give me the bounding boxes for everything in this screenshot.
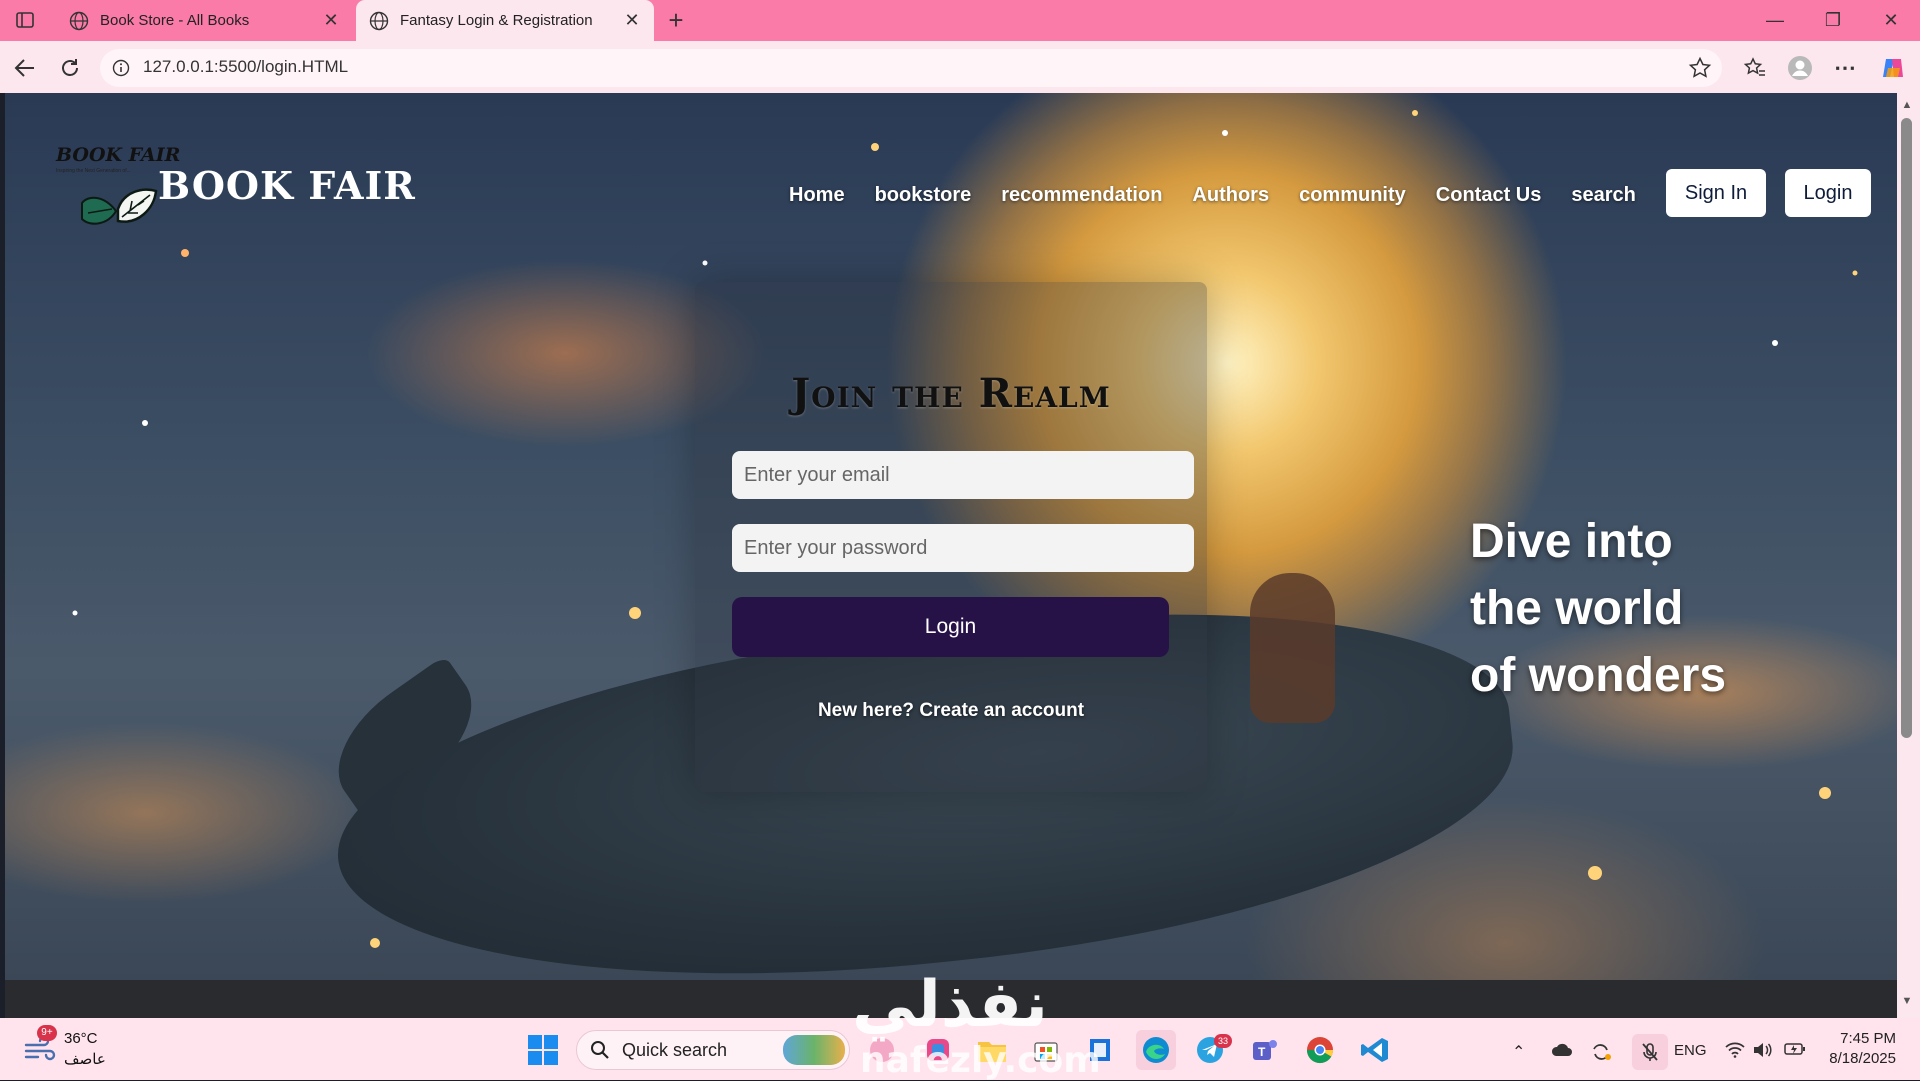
nav-community[interactable]: community — [1299, 184, 1406, 207]
windows-start-icon[interactable] — [528, 1035, 558, 1065]
watermark-arabic: نفذلي — [852, 968, 1048, 1042]
girl-silhouette-illustration — [1250, 573, 1335, 723]
globe-icon — [368, 10, 390, 32]
tagline-line: Dive into — [1470, 515, 1673, 568]
profile-avatar-icon[interactable] — [1787, 55, 1813, 81]
nav-recommendation[interactable]: recommendation — [1001, 184, 1162, 207]
close-icon[interactable]: ✕ — [321, 10, 341, 31]
login-title: Join the Realm — [791, 370, 1111, 417]
favorites-icon[interactable] — [1742, 55, 1768, 81]
nav-contact-us[interactable]: Contact Us — [1436, 184, 1542, 207]
minimize-icon[interactable]: — — [1760, 6, 1790, 34]
site-info-icon[interactable] — [112, 59, 130, 77]
close-icon[interactable]: ✕ — [622, 10, 642, 31]
watermark-url: nafezly.com — [860, 1040, 1101, 1081]
tagline-line: of wonders — [1470, 649, 1727, 702]
leaf-logo-icon — [78, 183, 158, 239]
search-highlight-image — [783, 1035, 845, 1065]
nav-search[interactable]: search — [1571, 184, 1636, 207]
url-text[interactable]: 127.0.0.1:5500/login.HTML — [143, 57, 348, 77]
vscode-icon[interactable] — [1355, 1030, 1395, 1070]
site-logo-title[interactable]: BOOK FAIR — [158, 163, 416, 208]
weather-temperature[interactable]: 36°C — [64, 1030, 98, 1047]
password-input[interactable] — [732, 524, 1194, 572]
scroll-down-icon[interactable]: ▼ — [1900, 994, 1914, 1008]
onedrive-icon[interactable] — [1550, 1042, 1572, 1062]
telegram-badge: 33 — [1214, 1034, 1232, 1048]
search-icon — [590, 1040, 610, 1060]
language-indicator[interactable]: ENG — [1674, 1042, 1707, 1059]
tab-title: Fantasy Login & Registration — [400, 12, 593, 29]
restore-icon[interactable]: ❐ — [1818, 6, 1848, 34]
nav-authors[interactable]: Authors — [1192, 184, 1269, 207]
weather-notification-badge: 9+ — [37, 1025, 57, 1041]
header-login-button[interactable]: Login — [1785, 169, 1871, 217]
browser-tab-fantasy-login[interactable]: Fantasy Login & Registration ✕ — [356, 0, 654, 41]
globe-icon — [68, 10, 90, 32]
hero-tagline: Dive into the world of wonders — [1470, 508, 1830, 709]
battery-icon[interactable] — [1784, 1042, 1806, 1060]
reload-icon[interactable] — [55, 53, 85, 83]
tab-title: Book Store - All Books — [100, 12, 250, 29]
show-hidden-icons[interactable]: ⌃ — [1512, 1042, 1525, 1062]
nav-bookstore[interactable]: bookstore — [875, 184, 972, 207]
wifi-icon[interactable] — [1725, 1042, 1745, 1062]
email-input[interactable] — [732, 451, 1194, 499]
volume-icon[interactable] — [1752, 1042, 1772, 1062]
more-options-icon[interactable]: ⋯ — [1832, 55, 1858, 81]
scrollbar-thumb[interactable] — [1901, 118, 1912, 738]
search-label: Quick search — [622, 1040, 728, 1060]
tagline-line: the world — [1470, 582, 1684, 635]
clock-time[interactable]: 7:45 PM — [1838, 1030, 1896, 1047]
back-icon[interactable] — [10, 53, 40, 83]
clock-date[interactable]: 8/18/2025 — [1820, 1050, 1896, 1067]
window-close-icon[interactable]: ✕ — [1876, 6, 1906, 34]
chrome-icon[interactable] — [1300, 1030, 1340, 1070]
sign-in-button[interactable]: Sign In — [1666, 169, 1766, 217]
main-nav: Home bookstore recommendation Authors co… — [789, 184, 1636, 207]
logo-tagline: Inspiring the Next Generation of... — [56, 168, 131, 174]
weather-condition[interactable]: عاصف — [64, 1050, 106, 1068]
favorite-star-icon[interactable] — [1688, 56, 1712, 80]
sync-icon[interactable] — [1590, 1042, 1612, 1066]
scroll-up-icon[interactable]: ▲ — [1900, 98, 1914, 112]
edge-browser-icon[interactable] — [1136, 1030, 1176, 1070]
svg-text:T: T — [1258, 1045, 1266, 1059]
create-account-link[interactable]: New here? Create an account — [695, 700, 1207, 722]
tab-actions-icon[interactable] — [14, 10, 36, 30]
login-submit-button[interactable]: Login — [732, 597, 1169, 657]
teams-icon[interactable]: T — [1245, 1030, 1285, 1070]
copilot-icon[interactable] — [1880, 55, 1906, 81]
mic-muted-icon[interactable] — [1632, 1034, 1668, 1070]
nav-home[interactable]: Home — [789, 184, 845, 207]
new-tab-icon[interactable]: + — [662, 6, 690, 34]
browser-tab-book-store[interactable]: Book Store - All Books ✕ — [56, 0, 353, 41]
